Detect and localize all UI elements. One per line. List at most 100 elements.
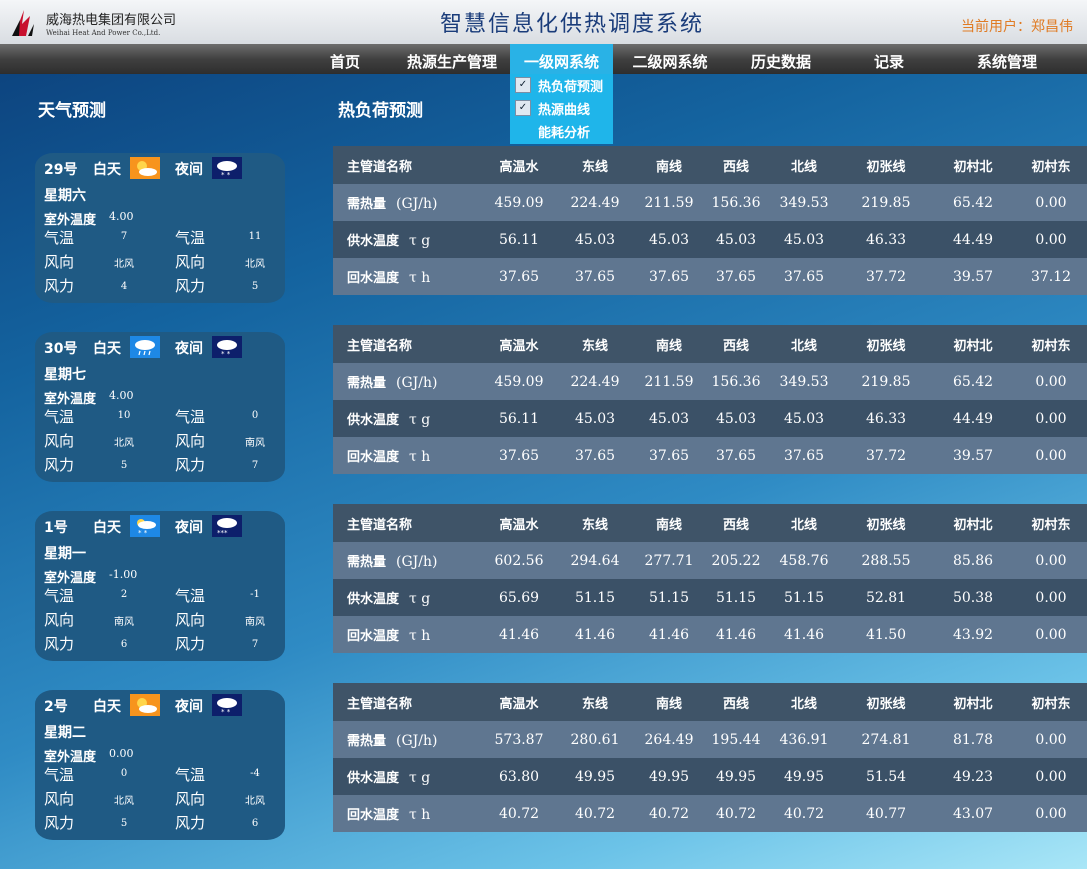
night-temp: 11 — [248, 231, 262, 242]
row-unit: τ h — [409, 628, 431, 644]
table-row: 回水温度 τ h 37.65 37.65 37.65 37.65 37.65 37.72 39.… — [333, 258, 1087, 295]
table-cell: 219.85 — [841, 184, 931, 221]
table-cell: 52.81 — [841, 579, 931, 616]
column-header: 北线 — [767, 504, 841, 542]
outdoor-temp-label: 室外温度 — [44, 750, 97, 765]
nav-secondary-network[interactable]: 二级网系统 — [622, 44, 718, 74]
table-cell: 51.54 — [841, 758, 931, 795]
table-cell: 43.92 — [931, 616, 1015, 653]
table-cell: 205.22 — [705, 542, 767, 579]
column-header: 初村北 — [931, 325, 1015, 363]
table-header-row: 主管道名称 高温水 东线 南线 西线 北线 初张线 初村北 初村东 — [333, 504, 1087, 542]
wind-dir-label: 风向 — [44, 611, 75, 629]
table-cell: 51.15 — [633, 579, 705, 616]
column-header: 主管道名称 — [333, 325, 481, 363]
table-cell: 37.65 — [633, 437, 705, 474]
table-cell: 0.00 — [1015, 400, 1087, 437]
company-name: 威海热电集团有限公司 — [46, 13, 177, 28]
nav-system-management[interactable]: 系统管理 — [962, 44, 1052, 74]
row-unit: τ h — [409, 807, 431, 823]
row-label: 回水温度 τ h — [333, 616, 481, 653]
column-header: 主管道名称 — [333, 683, 481, 721]
day-temp: 10 — [117, 410, 131, 421]
menu-item-load-forecast[interactable]: ✓ 热负荷预测 — [510, 74, 613, 96]
row-label: 需热量 (GJ/h) — [333, 542, 481, 579]
night-wind-force: 7 — [251, 639, 259, 650]
column-header: 初张线 — [841, 683, 931, 721]
nav-primary-network[interactable]: 一级网系统 — [510, 44, 613, 74]
table-header-row: 主管道名称 高温水 东线 南线 西线 北线 初张线 初村北 初村东 — [333, 683, 1087, 721]
snow-cloud-icon — [212, 157, 242, 179]
table-cell: 37.65 — [481, 437, 557, 474]
night-temp: -1 — [250, 589, 260, 600]
row-unit: τ h — [409, 270, 431, 286]
column-header: 西线 — [705, 683, 767, 721]
nav-history-data[interactable]: 历史数据 — [740, 44, 822, 74]
day-wind-dir: 南风 — [114, 617, 134, 628]
column-header: 初村东 — [1015, 683, 1087, 721]
wind-force-label: 风力 — [44, 456, 75, 474]
row-label: 供水温度 τ g — [333, 400, 481, 437]
weather-card: 2号 白天 夜间 星期二 室外温度 0.00 气温 0 气温 -4 风向 北风 风向 北风 风力 5 风力 6 — [35, 690, 285, 840]
row-label: 供水温度 τ g — [333, 758, 481, 795]
weather-section-title: 天气预测 — [38, 101, 106, 121]
wind-force-label: 风力 — [175, 814, 206, 832]
table-cell: 45.03 — [705, 221, 767, 258]
company-logo-icon — [12, 10, 34, 36]
table-cell: 294.64 — [557, 542, 633, 579]
table-cell: 40.72 — [633, 795, 705, 832]
table-cell: 37.65 — [557, 437, 633, 474]
heat-load-table: 主管道名称 高温水 东线 南线 西线 北线 初张线 初村北 初村东 需热量 (GJ/h) 459.09… — [333, 325, 1087, 474]
wind-dir-label: 风向 — [44, 253, 75, 271]
temp-label: 气温 — [44, 766, 75, 784]
row-unit: (GJ/h) — [396, 733, 438, 749]
column-header: 南线 — [633, 504, 705, 542]
table-cell: 65.42 — [931, 363, 1015, 400]
nav-heat-source-production[interactable]: 热源生产管理 — [396, 44, 508, 74]
current-user-name[interactable]: 郑昌伟 — [1031, 19, 1073, 35]
weather-date: 2号 — [44, 699, 68, 715]
night-label: 夜间 — [175, 162, 203, 178]
table-cell: 37.65 — [705, 258, 767, 295]
table-cell: 51.15 — [705, 579, 767, 616]
table-cell: 46.33 — [841, 400, 931, 437]
wind-force-label: 风力 — [44, 277, 75, 295]
table-cell: 37.65 — [767, 437, 841, 474]
wind-dir-label: 风向 — [175, 611, 206, 629]
checkbox-icon: ✓ — [515, 77, 531, 93]
table-cell: 0.00 — [1015, 363, 1087, 400]
day-label: 白天 — [93, 162, 121, 178]
wind-dir-label: 风向 — [175, 790, 206, 808]
weather-date: 30号 — [44, 341, 78, 357]
snow-cloud-icon — [212, 694, 242, 716]
heat-load-table: 主管道名称 高温水 东线 南线 西线 北线 初张线 初村北 初村东 需热量 (GJ/h) 459.09… — [333, 146, 1087, 295]
table-cell: 280.61 — [557, 721, 633, 758]
nav-home[interactable]: 首页 — [320, 44, 370, 74]
table-cell: 41.46 — [705, 616, 767, 653]
outdoor-temp-label: 室外温度 — [44, 571, 97, 586]
day-wind-force: 5 — [120, 818, 128, 829]
weather-card: 29号 白天 夜间 星期六 室外温度 4.00 气温 7 气温 11 风向 北风 风向 北风 风力 4 风力 5 — [35, 153, 285, 303]
column-header: 西线 — [705, 504, 767, 542]
night-wind-dir: 南风 — [245, 617, 265, 628]
nav-records[interactable]: 记录 — [864, 44, 914, 74]
column-header: 初张线 — [841, 146, 931, 184]
table-cell: 45.03 — [557, 400, 633, 437]
primary-network-dropdown: ✓ 热负荷预测 ✓ 热源曲线 能耗分析 — [510, 74, 613, 144]
table-cell: 156.36 — [705, 184, 767, 221]
table-cell: 50.38 — [931, 579, 1015, 616]
table-cell: 0.00 — [1015, 758, 1087, 795]
night-label: 夜间 — [175, 520, 203, 536]
table-cell: 0.00 — [1015, 616, 1087, 653]
checkbox-icon: ✓ — [515, 100, 531, 116]
column-header: 东线 — [557, 146, 633, 184]
table-row: 供水温度 τ g 56.11 45.03 45.03 45.03 45.03 46.33 44.… — [333, 400, 1087, 437]
table-row: 需热量 (GJ/h) 573.87 280.61 264.49 195.44 436.91 2… — [333, 721, 1087, 758]
column-header: 初张线 — [841, 504, 931, 542]
table-header-row: 主管道名称 高温水 东线 南线 西线 北线 初张线 初村北 初村东 — [333, 325, 1087, 363]
menu-item-energy-analysis[interactable]: 能耗分析 — [510, 120, 613, 142]
menu-item-heat-source-curve[interactable]: ✓ 热源曲线 — [510, 97, 613, 119]
row-unit: τ g — [409, 233, 431, 249]
table-cell: 264.49 — [633, 721, 705, 758]
table-cell: 459.09 — [481, 184, 557, 221]
